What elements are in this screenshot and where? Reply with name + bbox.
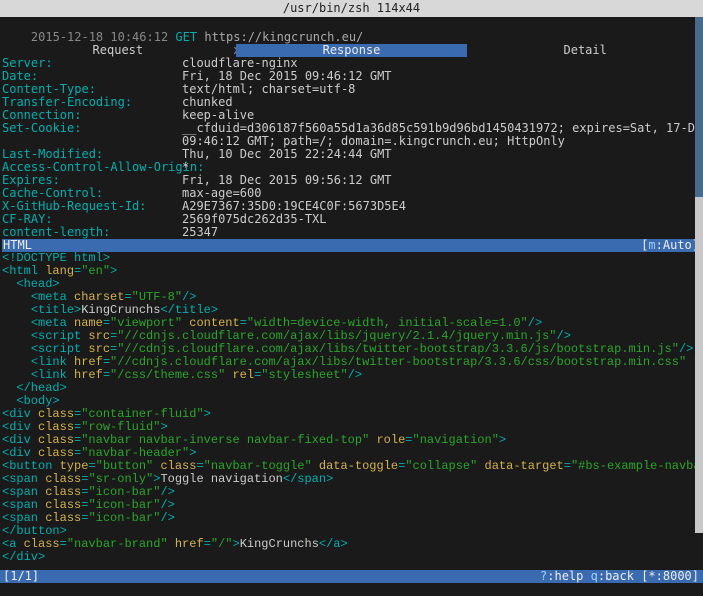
header-row: Expires:Fri, 18 Dec 2015 09:56:12 GMT	[2, 174, 701, 187]
body-line: <html lang="en">	[2, 265, 701, 278]
status-bar: [1/1] ?:help q:back [*:8000]	[2, 570, 701, 583]
timestamp: 2015-12-18 10:46:12	[31, 30, 168, 44]
response-headers: Server:cloudflare-nginxDate:Fri, 18 Dec …	[2, 57, 701, 239]
body-line: </div>	[2, 551, 701, 564]
terminal: 2015-12-18 10:46:12 GET https://kingcrun…	[0, 17, 703, 596]
scrollbar-thumb[interactable]	[695, 17, 703, 197]
body-line: <link href="/css/theme.css" rel="stylesh…	[2, 369, 701, 382]
header-value: chunked	[182, 95, 233, 109]
header-row: Transfer-Encoding:chunked	[2, 96, 701, 109]
header-value: Fri, 18 Dec 2015 09:46:12 GMT	[182, 69, 392, 83]
url: https://kingcrunch.eu/	[204, 30, 363, 44]
header-value: text/html; charset=utf-8	[182, 82, 355, 96]
header-value: max-age=600	[182, 186, 261, 200]
header-value: A29E7367:35D0:19CE4C0F:5673D5E4	[182, 199, 406, 213]
back-key: q	[591, 569, 598, 583]
http-method: GET	[175, 30, 197, 44]
header-value: 25347	[182, 225, 218, 239]
header-value: keep-alive	[182, 108, 254, 122]
header-value: Thu, 10 Dec 2015 22:24:44 GMT	[182, 147, 392, 161]
tab-bar: Request Response Detail	[2, 44, 701, 57]
section-mode: [m:Auto]	[641, 239, 701, 252]
tab-detail[interactable]: Detail	[469, 44, 701, 57]
position-indicator: [1/1]	[2, 570, 540, 583]
header-value: cloudflare-nginx	[182, 56, 298, 70]
header-row: content-length:25347	[2, 226, 701, 239]
header-value: Fri, 18 Dec 2015 09:56:12 GMT	[182, 173, 392, 187]
body-line: <span class="icon-bar"/>	[2, 512, 701, 525]
header-key: Set-Cookie:	[2, 122, 182, 135]
header-value: 2569f075dc262d35-TXL	[182, 212, 327, 226]
header-value: __cfduid=d306187f560a55d1a36d85c591b9d96…	[182, 121, 703, 135]
body-line: </head>	[2, 382, 701, 395]
header-row: X-GitHub-Request-Id:A29E7367:35D0:19CE4C…	[2, 200, 701, 213]
listen-port: [*:8000]	[641, 569, 699, 583]
response-body[interactable]: <!DOCTYPE html><html lang="en"> <head> <…	[2, 252, 701, 564]
window-title: /usr/bin/zsh 114x44	[0, 0, 703, 17]
header-value: *	[182, 160, 189, 174]
request-line: 2015-12-18 10:46:12 GET https://kingcrun…	[2, 18, 701, 31]
header-value: 09:46:12 GMT; path=/; domain=.kingcrunch…	[182, 134, 565, 148]
body-line: <a class="navbar-brand" href="/">KingCru…	[2, 538, 701, 551]
